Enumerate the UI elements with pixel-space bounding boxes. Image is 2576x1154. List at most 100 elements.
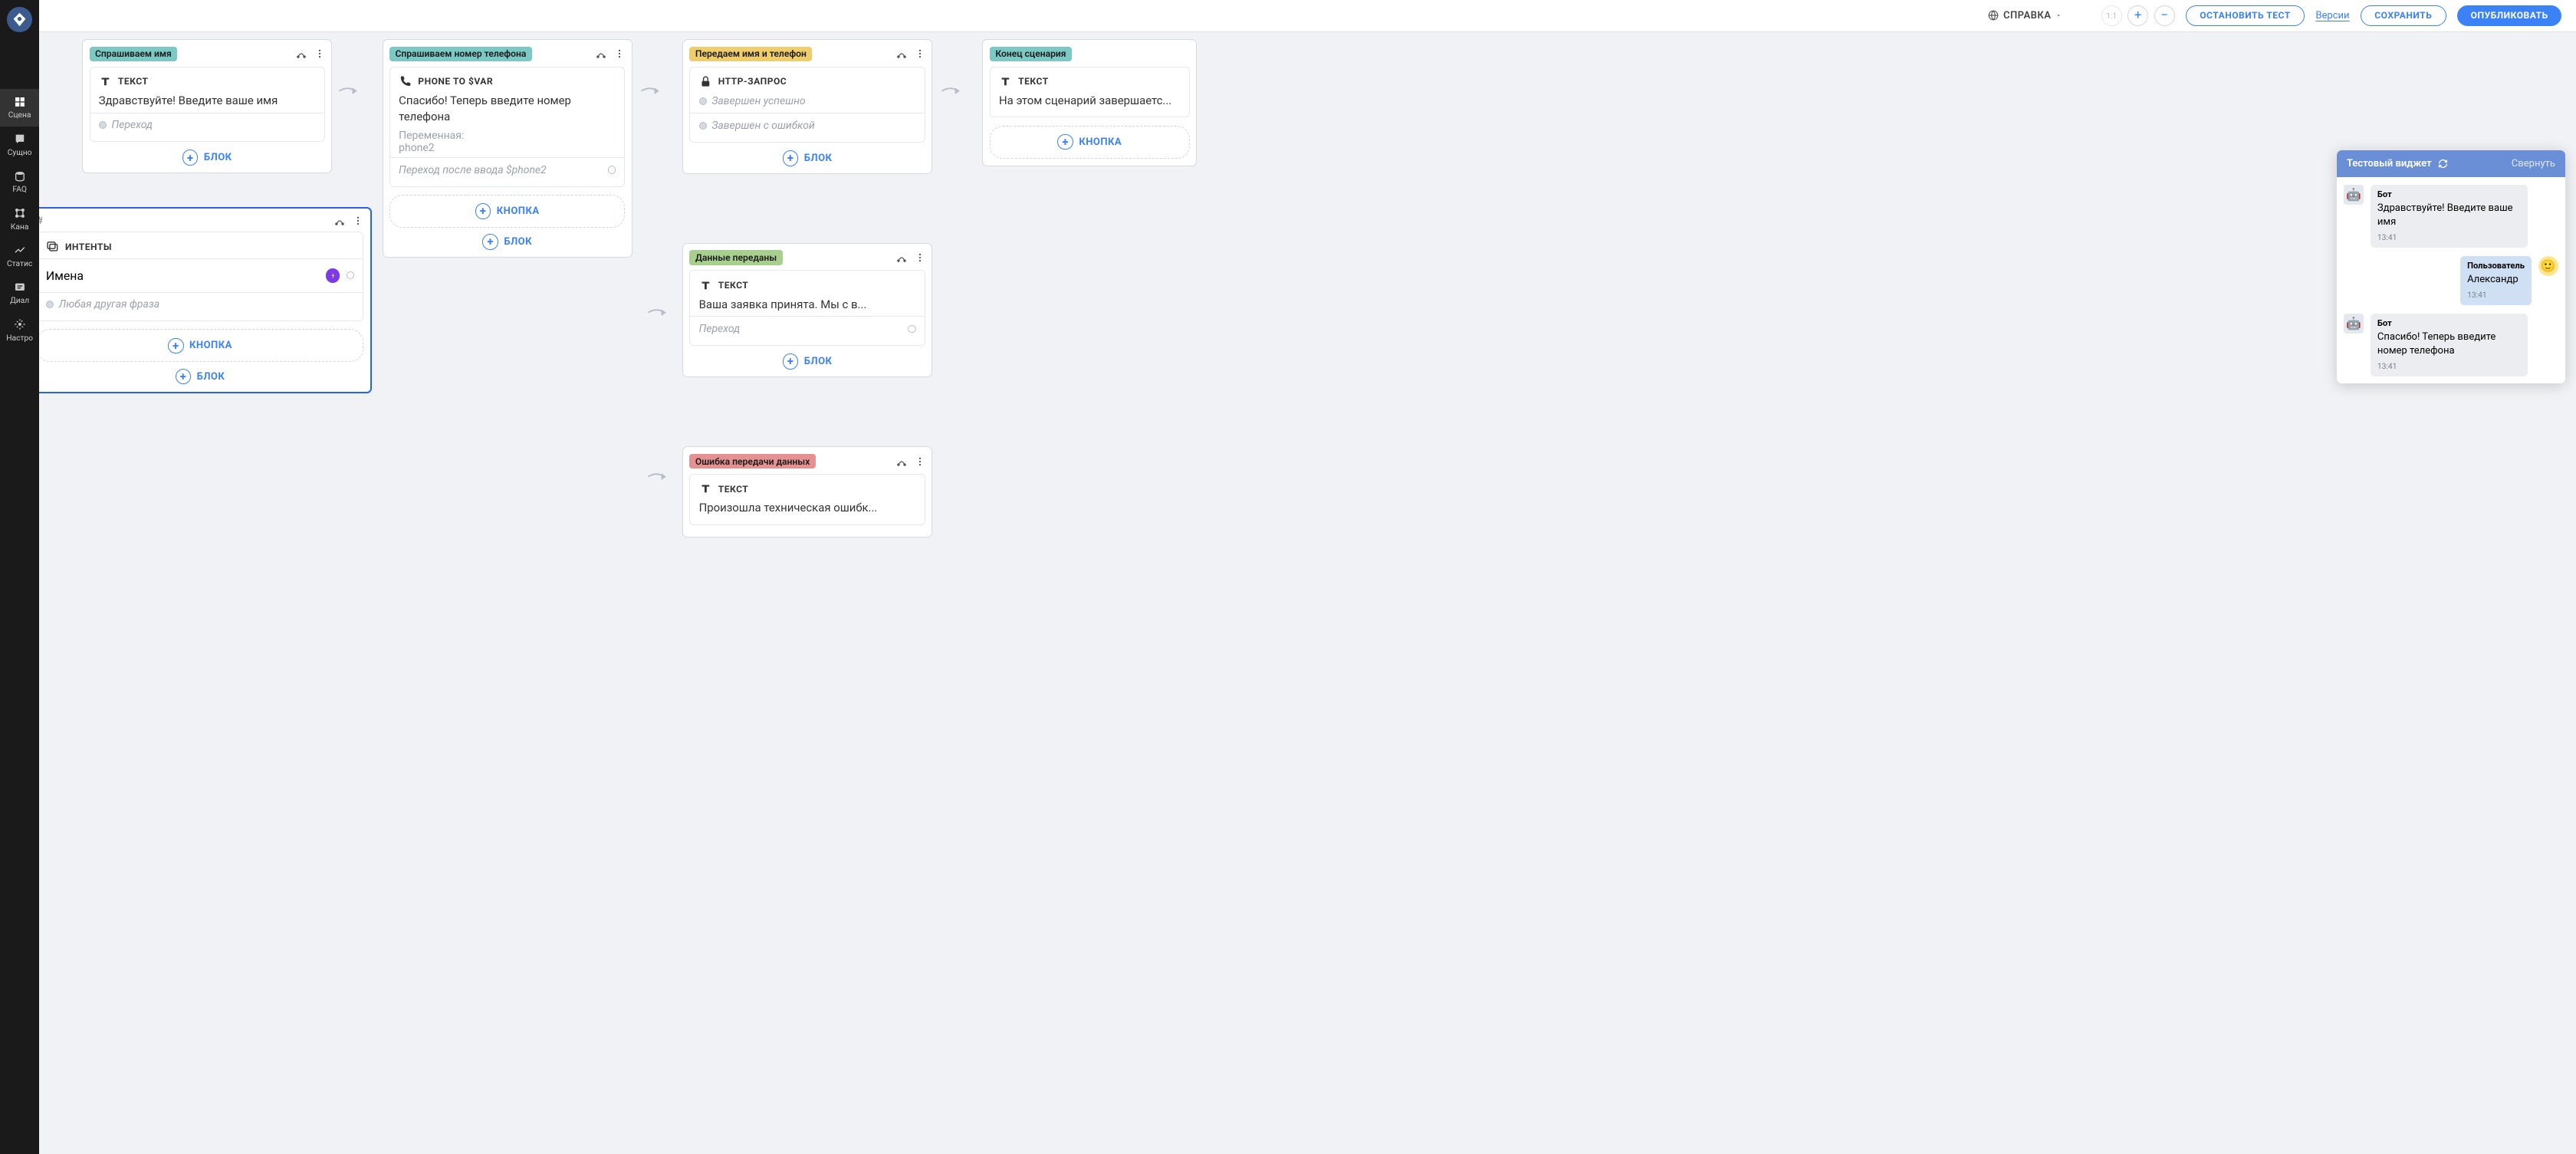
connection-icon[interactable] — [896, 48, 907, 59]
phone-icon — [399, 75, 412, 88]
connection-icon[interactable] — [896, 456, 907, 467]
chevron-down-icon — [2055, 12, 2062, 18]
intent-other[interactable]: Любая другая фраза — [46, 296, 354, 313]
add-button-button[interactable]: +КНОПКА — [39, 329, 363, 362]
message-row: 🤖 Бот Здравствуйте! Введите ваше имя 13:… — [2344, 185, 2558, 248]
connector-arrow — [646, 468, 668, 485]
widget-header[interactable]: Тестовый виджет Свернуть — [2337, 150, 2565, 178]
add-block-button[interactable]: +БЛОК — [689, 150, 925, 166]
add-button-button[interactable]: +КНОПКА — [990, 126, 1190, 159]
connection-icon[interactable] — [334, 215, 345, 226]
block-title-input[interactable] — [39, 215, 94, 227]
connector-arrow — [646, 304, 668, 321]
zoom-out-button[interactable]: − — [2154, 5, 2175, 26]
card-body: Здравствуйте! Введите ваше имя — [99, 93, 316, 109]
sidebar: Сцена Сущно FAQ Кана Статис Диал Настро — [0, 0, 39, 1154]
more-icon[interactable] — [915, 456, 925, 467]
card-text[interactable]: ТЕКСТ Произошла техническая ошибк... — [689, 474, 925, 525]
port-icon — [608, 166, 616, 173]
transition-after[interactable]: Переход после ввода $phone2 — [399, 162, 616, 179]
card-http[interactable]: HTTP-ЗАПРОС Завершен успешно Завершен с … — [689, 67, 925, 143]
card-intents[interactable]: ИНТЕНТЫ Имена Любая другая фраза — [39, 232, 363, 321]
connector-arrow — [337, 82, 359, 100]
widget-title: Тестовый виджет — [2347, 158, 2432, 169]
card-text[interactable]: ТЕКСТ Ваша заявка принята. Мы с в... Пер… — [689, 270, 925, 345]
stop-test-button[interactable]: ОСТАНОВИТЬ ТЕСТ — [2186, 5, 2305, 26]
card-body: Произошла техническая ошибк... — [699, 500, 916, 516]
message-row: 🤖 Бот Спасибо! Теперь введите номер теле… — [2344, 314, 2558, 376]
sidebar-item-dialogs[interactable]: Диал — [0, 275, 39, 311]
plus-icon: + — [182, 150, 199, 166]
sidebar-item-entities[interactable]: Сущно — [0, 127, 39, 163]
block-title: Спрашиваем имя — [90, 47, 178, 62]
publish-button[interactable]: ОПУБЛИКОВАТЬ — [2457, 5, 2561, 26]
card-text[interactable]: ТЕКСТ Здравствуйте! Введите ваше имя Пер… — [90, 67, 325, 142]
canvas[interactable]: Спрашиваем имя ТЕКСТ Здравствуйте! Введи… — [39, 32, 2576, 1154]
add-button-button[interactable]: +КНОПКА — [389, 195, 625, 228]
add-block-button[interactable]: +БЛОК — [90, 150, 325, 166]
connector-arrow — [639, 82, 661, 100]
block-error[interactable]: Ошибка передачи данных ТЕКСТ Произошла т… — [682, 446, 932, 538]
lock-icon — [699, 75, 712, 88]
transition-error[interactable]: Завершен с ошибкой — [699, 117, 916, 134]
bot-avatar: 🤖 — [2344, 185, 2364, 205]
intents-icon — [46, 240, 59, 253]
zoom-controls: 1:1 + − — [2101, 5, 2175, 26]
sidebar-item-label: Сущно — [8, 147, 32, 157]
intent-item[interactable]: Имена — [46, 262, 354, 288]
sidebar-item-scenario[interactable]: Сцена — [0, 89, 39, 126]
more-icon[interactable] — [314, 48, 325, 59]
connection-icon[interactable] — [596, 48, 606, 59]
card-phone[interactable]: PHONE TO $VAR Спасибо! Теперь введите но… — [389, 67, 625, 187]
block-ask-phone[interactable]: Спрашиваем номер телефона PHONE TO $VAR … — [383, 39, 632, 258]
app-logo[interactable] — [7, 7, 32, 32]
block-ask-name[interactable]: Спрашиваем имя ТЕКСТ Здравствуйте! Введи… — [82, 39, 332, 173]
widget-collapse-button[interactable]: Свернуть — [2512, 158, 2555, 169]
sidebar-item-stats[interactable]: Статис — [0, 238, 39, 275]
transition-row[interactable]: Переход — [699, 321, 916, 337]
help-dropdown[interactable]: СПРАВКА — [1988, 10, 2062, 21]
block-title: Данные переданы — [689, 250, 782, 265]
add-block-button[interactable]: +БЛОК — [389, 234, 625, 250]
add-block-button[interactable]: +БЛОК — [689, 353, 925, 370]
plus-icon: + — [475, 203, 491, 219]
help-label: СПРАВКА — [2003, 10, 2051, 21]
more-icon[interactable] — [915, 48, 925, 59]
test-widget[interactable]: Тестовый виджет Свернуть 🤖 Бот Здравству… — [2337, 150, 2565, 383]
refresh-icon[interactable] — [2438, 159, 2448, 169]
text-icon — [699, 279, 712, 292]
zoom-reset-button[interactable]: 1:1 — [2101, 5, 2122, 26]
zoom-in-button[interactable]: + — [2128, 5, 2148, 26]
sidebar-item-settings[interactable]: Настро — [0, 312, 39, 349]
widget-messages: 🤖 Бот Здравствуйте! Введите ваше имя 13:… — [2337, 177, 2565, 383]
connection-icon[interactable] — [896, 252, 907, 263]
more-icon[interactable] — [353, 215, 363, 226]
transition-success[interactable]: Завершен успешно — [699, 93, 916, 110]
versions-link[interactable]: Версии — [2315, 10, 2349, 21]
port-icon — [46, 301, 54, 308]
text-icon — [999, 75, 1012, 88]
plus-icon: + — [168, 338, 184, 354]
port-icon[interactable] — [347, 271, 354, 279]
more-icon[interactable] — [614, 48, 625, 59]
more-icon[interactable] — [915, 252, 925, 263]
card-body: На этом сценарий завершаетс... — [999, 93, 1181, 109]
block-send[interactable]: Передаем имя и телефон HTTP-ЗАПРОС Завер… — [682, 39, 932, 174]
user-avatar: 🙂 — [2538, 256, 2558, 276]
block-end[interactable]: Конец сценария ТЕКСТ На этом сценарий за… — [982, 39, 1197, 166]
connection-icon[interactable] — [296, 48, 307, 59]
topbar: СПРАВКА 1:1 + − ОСТАНОВИТЬ ТЕСТ Версии С… — [39, 0, 2576, 32]
transition-row[interactable]: Переход — [99, 117, 316, 133]
block-intents[interactable]: ИНТЕНТЫ Имена Любая другая фраза +КНОПКА… — [39, 207, 371, 393]
sidebar-item-channels[interactable]: Кана — [0, 201, 39, 238]
plus-icon: + — [783, 150, 799, 166]
card-body: Ваша заявка принята. Мы с в... — [699, 297, 916, 313]
message-bubble: Бот Спасибо! Теперь введите номер телефо… — [2371, 314, 2528, 376]
card-text[interactable]: ТЕКСТ На этом сценарий завершаетс... — [990, 67, 1190, 118]
sidebar-item-faq[interactable]: FAQ — [0, 163, 39, 200]
add-block-button[interactable]: +БЛОК — [39, 369, 363, 385]
port-icon — [99, 121, 107, 129]
block-done[interactable]: Данные переданы ТЕКСТ Ваша заявка принят… — [682, 243, 932, 377]
save-button[interactable]: СОХРАНИТЬ — [2361, 5, 2446, 26]
bolt-icon — [326, 268, 340, 283]
